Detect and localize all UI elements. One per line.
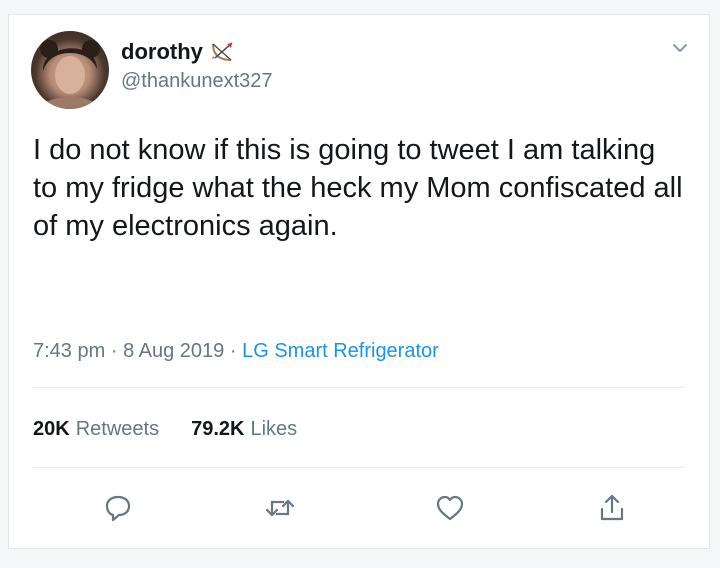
tweet-meta: 7:43 pm · 8 Aug 2019 · LG Smart Refriger… [33, 339, 439, 363]
tweet-card: dorothy @thankunext327 I do not know if … [8, 14, 710, 549]
divider [33, 387, 685, 388]
meta-separator: · [110, 340, 118, 362]
tweet-stats: 20K Retweets 79.2K Likes [33, 417, 297, 441]
retweets-stat[interactable]: 20K Retweets [33, 417, 159, 441]
chevron-down-icon[interactable] [669, 37, 691, 59]
retweets-label: Retweets [75, 418, 160, 440]
tweet-source-link[interactable]: LG Smart Refrigerator [242, 340, 439, 362]
likes-stat[interactable]: 79.2K Likes [191, 417, 297, 441]
bow-and-arrow-icon [209, 40, 237, 64]
tweet-actions [9, 491, 709, 531]
reply-icon[interactable] [101, 491, 135, 525]
avatar[interactable] [31, 31, 109, 109]
likes-count: 79.2K [191, 418, 245, 440]
heart-icon[interactable] [433, 491, 467, 525]
share-icon[interactable] [595, 491, 629, 525]
tweet-time[interactable]: 7:43 pm [33, 340, 105, 362]
tweet-date[interactable]: 8 Aug 2019 [123, 340, 224, 362]
likes-label: Likes [250, 418, 298, 440]
meta-separator: · [229, 340, 237, 362]
divider [33, 467, 685, 468]
retweet-icon[interactable] [263, 491, 297, 525]
display-name[interactable]: dorothy [121, 39, 203, 65]
retweets-count: 20K [33, 418, 70, 440]
tweet-header: dorothy @thankunext327 [121, 39, 641, 93]
tweet-text: I do not know if this is going to tweet … [33, 134, 683, 242]
user-handle[interactable]: @thankunext327 [121, 69, 641, 93]
